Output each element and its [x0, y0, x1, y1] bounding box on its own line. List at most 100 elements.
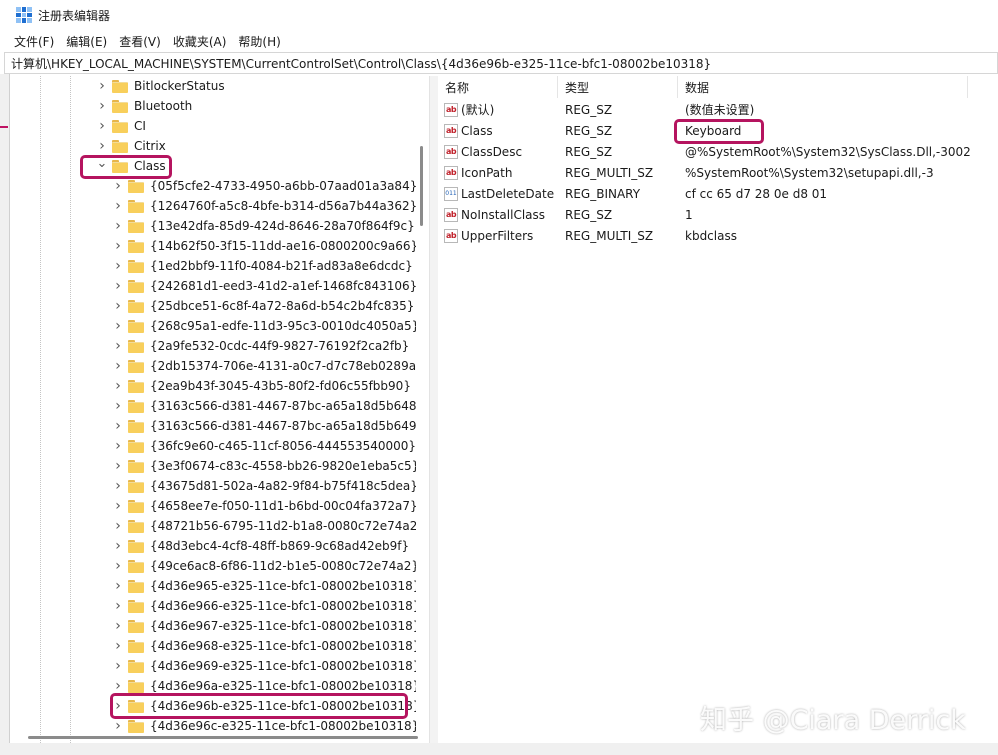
tree-item-child[interactable]: › {36fc9e60-c465-11cf-8056-444553540000}: [10, 436, 429, 456]
chevron-right-icon[interactable]: ›: [112, 538, 124, 554]
watermark: 知乎 @Ciara Derrick: [700, 705, 966, 736]
string-value-icon: ab: [444, 144, 458, 159]
tree-item-label: {4d36e965-e325-11ce-bfc1-08002be10318}: [150, 579, 421, 593]
chevron-right-icon[interactable]: ›: [112, 258, 124, 274]
value-row[interactable]: 011 LastDeleteDate REG_BINARY cf cc 65 d7 2…: [438, 183, 998, 204]
chevron-right-icon[interactable]: ›: [112, 518, 124, 534]
chevron-right-icon[interactable]: ›: [112, 498, 124, 514]
tree-item-child[interactable]: › {3163c566-d381-4467-87bc-a65a18d5b649}: [10, 416, 429, 436]
tree-item-label: {4d36e966-e325-11ce-bfc1-08002be10318}: [150, 599, 421, 613]
tree-item-child[interactable]: › {4d36e966-e325-11ce-bfc1-08002be10318}: [10, 596, 429, 616]
tree-horizontal-scroll-thumb[interactable]: [28, 736, 418, 739]
chevron-right-icon[interactable]: ›: [112, 598, 124, 614]
tree-item-child[interactable]: › {13e42dfa-85d9-424d-8646-28a70f864f9c}: [10, 216, 429, 236]
tree-item-child[interactable]: › {14b62f50-3f15-11dd-ae16-0800200c9a66}: [10, 236, 429, 256]
chevron-right-icon[interactable]: ›: [112, 278, 124, 294]
chevron-right-icon[interactable]: ›: [112, 478, 124, 494]
tree-item-child[interactable]: › {1264760f-a5c8-4bfe-b314-d56a7b44a362}: [10, 196, 429, 216]
tree-item-child[interactable]: › {4658ee7e-f050-11d1-b6bd-00c04fa372a7}: [10, 496, 429, 516]
value-row[interactable]: ab UpperFilters REG_MULTI_SZ kbdclass: [438, 225, 998, 246]
tree-item-label: {4d36e96c-e325-11ce-bfc1-08002be10318}: [150, 719, 420, 733]
chevron-right-icon[interactable]: ›: [112, 198, 124, 214]
tree-item-child[interactable]: › {3e3f0674-c83c-4558-bb26-9820e1eba5c5}: [10, 456, 429, 476]
value-row[interactable]: ab IconPath REG_MULTI_SZ %SystemRoot%\Syste…: [438, 162, 998, 183]
chevron-right-icon[interactable]: ›: [96, 118, 108, 134]
key-tree[interactable]: › BitlockerStatus › Bluetooth › CI › Citrix ⌄ Cla…: [10, 76, 430, 743]
column-header-data[interactable]: 数据: [678, 76, 968, 98]
tree-item-child[interactable]: › {2a9fe532-0cdc-44f9-9827-76192f2ca2fb}: [10, 336, 429, 356]
chevron-right-icon[interactable]: ›: [112, 378, 124, 394]
value-row[interactable]: ab ClassDesc REG_SZ @%SystemRoot%\System32\…: [438, 141, 998, 162]
menu-edit[interactable]: 编辑(E): [60, 33, 113, 50]
tree-vertical-scrollbar[interactable]: [416, 76, 428, 743]
chevron-right-icon[interactable]: ›: [112, 558, 124, 574]
tree-vertical-scroll-thumb[interactable]: [420, 146, 423, 226]
chevron-right-icon[interactable]: ›: [112, 398, 124, 414]
tree-item-child[interactable]: › {2ea9b43f-3045-43b5-80f2-fd06c55fbb90}: [10, 376, 429, 396]
folder-icon: [128, 680, 144, 693]
folder-icon: [128, 240, 144, 253]
chevron-right-icon[interactable]: ›: [112, 298, 124, 314]
tree-item-child[interactable]: › {4d36e969-e325-11ce-bfc1-08002be10318}: [10, 656, 429, 676]
tree-item-sibling[interactable]: › BitlockerStatus: [10, 76, 429, 96]
tree-item-sibling[interactable]: › Bluetooth: [10, 96, 429, 116]
tree-item-child[interactable]: › {48721b56-6795-11d2-b1a8-0080c72e74a2}: [10, 516, 429, 536]
chevron-right-icon[interactable]: ›: [112, 578, 124, 594]
address-bar[interactable]: 计算机\HKEY_LOCAL_MACHINE\SYSTEM\CurrentCon…: [4, 52, 998, 74]
chevron-right-icon[interactable]: ›: [112, 658, 124, 674]
value-row[interactable]: ab (默认) REG_SZ (数值未设置): [438, 99, 998, 120]
value-name: (默认): [461, 103, 495, 117]
tree-item-child[interactable]: › {43675d81-502a-4a82-9f84-b75f418c5dea}: [10, 476, 429, 496]
tree-item-child[interactable]: › {4d36e968-e325-11ce-bfc1-08002be10318}: [10, 636, 429, 656]
value-name-cell: ab UpperFilters: [444, 225, 533, 246]
column-header-type[interactable]: 类型: [558, 76, 678, 98]
chevron-right-icon[interactable]: ›: [96, 98, 108, 114]
menu-favorites[interactable]: 收藏夹(A): [167, 33, 233, 50]
tree-item-child[interactable]: › {25dbce51-6c8f-4a72-8a6d-b54c2b4fc835}: [10, 296, 429, 316]
tree-item-class[interactable]: ⌄ Class: [10, 156, 429, 176]
chevron-right-icon[interactable]: ›: [112, 678, 124, 694]
tree-item-sibling[interactable]: › Citrix: [10, 136, 429, 156]
tree-item-label: BitlockerStatus: [134, 79, 225, 93]
chevron-right-icon[interactable]: ›: [112, 618, 124, 634]
tree-item-selected[interactable]: › {4d36e96b-e325-11ce-bfc1-08002be10318}: [10, 696, 429, 716]
chevron-down-icon[interactable]: ⌄: [96, 156, 108, 171]
chevron-right-icon[interactable]: ›: [112, 218, 124, 234]
tree-item-child[interactable]: › {4d36e965-e325-11ce-bfc1-08002be10318}: [10, 576, 429, 596]
bottom-edge: [0, 743, 998, 755]
chevron-right-icon[interactable]: ›: [112, 358, 124, 374]
chevron-right-icon[interactable]: ›: [112, 238, 124, 254]
tree-item-child[interactable]: › {48d3ebc4-4cf8-48ff-b869-9c68ad42eb9f}: [10, 536, 429, 556]
chevron-right-icon[interactable]: ›: [112, 178, 124, 194]
tree-item-child[interactable]: › {2db15374-706e-4131-a0c7-d7c78eb0289a}: [10, 356, 429, 376]
tree-item-sibling[interactable]: › CI: [10, 116, 429, 136]
tree-item-child[interactable]: › {05f5cfe2-4733-4950-a6bb-07aad01a3a84}: [10, 176, 429, 196]
tree-item-child[interactable]: › {3163c566-d381-4467-87bc-a65a18d5b648}: [10, 396, 429, 416]
value-row[interactable]: ab NoInstallClass REG_SZ 1: [438, 204, 998, 225]
tree-item-child[interactable]: › {4d36e967-e325-11ce-bfc1-08002be10318}: [10, 616, 429, 636]
chevron-right-icon[interactable]: ›: [96, 138, 108, 154]
menu-view[interactable]: 查看(V): [113, 33, 167, 50]
folder-icon: [128, 280, 144, 293]
chevron-right-icon[interactable]: ›: [112, 638, 124, 654]
chevron-right-icon[interactable]: ›: [112, 458, 124, 474]
menu-help[interactable]: 帮助(H): [232, 33, 286, 50]
tree-horizontal-scrollbar[interactable]: [10, 733, 430, 743]
tree-item-child[interactable]: › {242681d1-eed3-41d2-a1ef-1468fc843106}: [10, 276, 429, 296]
pane-splitter[interactable]: [430, 76, 438, 743]
tree-item-child[interactable]: › {4d36e96a-e325-11ce-bfc1-08002be10318}: [10, 676, 429, 696]
chevron-right-icon[interactable]: ›: [112, 718, 124, 734]
value-row[interactable]: ab Class REG_SZ Keyboard: [438, 120, 998, 141]
chevron-right-icon[interactable]: ›: [96, 78, 108, 94]
tree-item-child[interactable]: › {49ce6ac8-6f86-11d2-b1e5-0080c72e74a2}: [10, 556, 429, 576]
chevron-right-icon[interactable]: ›: [112, 338, 124, 354]
tree-item-child[interactable]: › {1ed2bbf9-11f0-4084-b21f-ad83a8e6dcdc}: [10, 256, 429, 276]
menu-file[interactable]: 文件(F): [8, 33, 60, 50]
chevron-right-icon[interactable]: ›: [112, 438, 124, 454]
values-list[interactable]: 名称 类型 数据 ab (默认) REG_SZ (数值未设置) ab Class REG_S…: [438, 76, 998, 743]
chevron-right-icon[interactable]: ›: [112, 698, 124, 714]
chevron-right-icon[interactable]: ›: [112, 318, 124, 334]
column-header-name[interactable]: 名称: [438, 76, 558, 98]
tree-item-child[interactable]: › {268c95a1-edfe-11d3-95c3-0010dc4050a5}: [10, 316, 429, 336]
chevron-right-icon[interactable]: ›: [112, 418, 124, 434]
